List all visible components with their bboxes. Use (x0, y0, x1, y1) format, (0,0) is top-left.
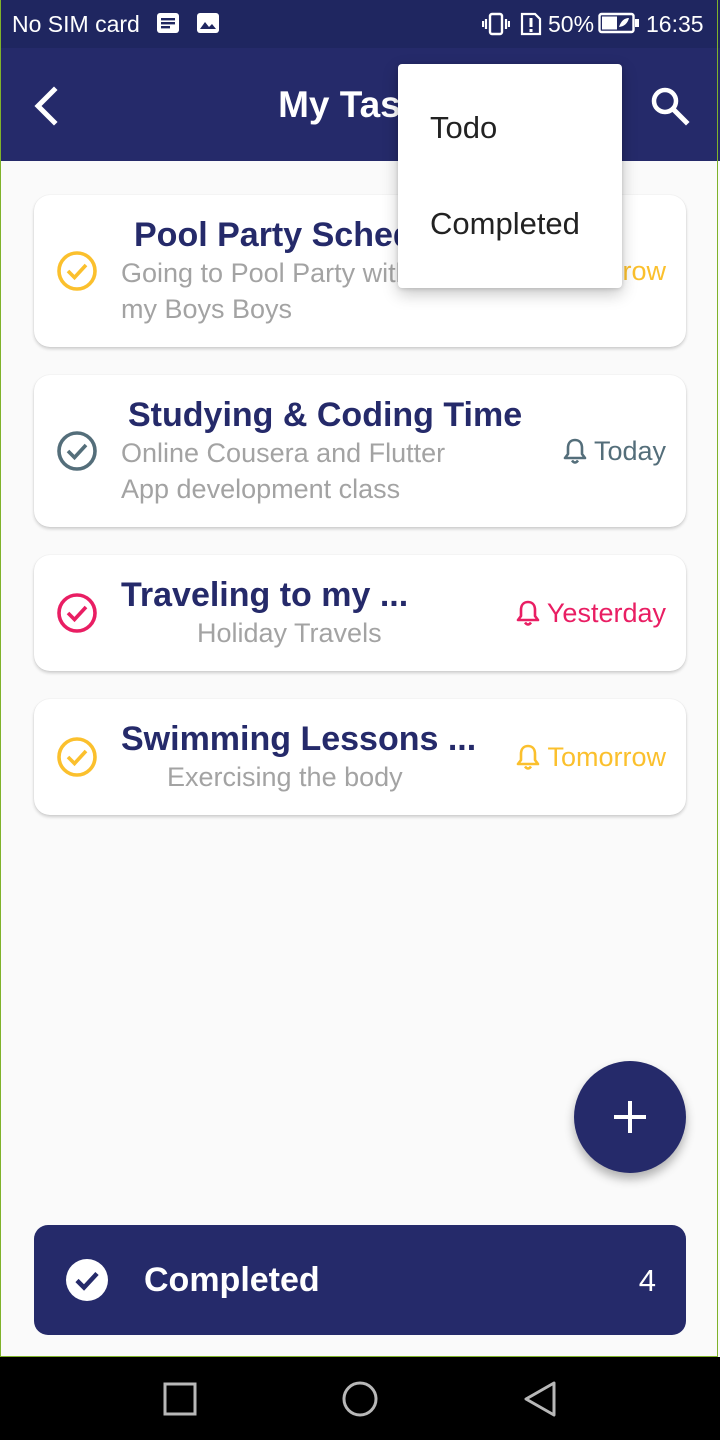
reminder-label: Tomorrow (547, 742, 666, 772)
home-circle-icon[interactable] (340, 1379, 380, 1419)
task-subtitle: Holiday Travels (197, 618, 382, 648)
filter-menu: Todo Completed (398, 64, 622, 288)
bell-icon (563, 438, 587, 464)
menu-item-todo[interactable]: Todo (430, 108, 497, 148)
task-reminder: Tomorrow (515, 740, 666, 774)
task-subtitle-line2: App development class (121, 474, 401, 504)
message-icon (157, 13, 179, 33)
menu-item-completed[interactable]: Completed (430, 204, 580, 244)
image-icon (197, 13, 219, 33)
task-title: Traveling to my ... (121, 576, 409, 614)
bell-icon (516, 600, 540, 626)
plus-icon (614, 1101, 646, 1133)
task-title: Studying & Coding Time (128, 396, 523, 434)
task-title: Swimming Lessons ... (121, 720, 477, 758)
task-card[interactable]: Traveling to my ... Holiday Travels Yest… (34, 555, 686, 671)
task-reminder: Yesterday (515, 596, 666, 630)
alert-icon (520, 12, 542, 36)
system-nav-bar (0, 1357, 720, 1440)
check-circle-icon[interactable] (56, 250, 98, 292)
task-subtitle: Going to Pool Party with (121, 258, 411, 288)
task-card[interactable]: Studying & Coding Time Online Cousera an… (34, 375, 686, 527)
completed-section[interactable]: Completed 4 (34, 1225, 686, 1335)
search-icon[interactable] (648, 84, 692, 128)
recents-square-icon[interactable] (160, 1379, 200, 1419)
task-reminder: Today (562, 434, 666, 468)
completed-count: 4 (638, 1263, 656, 1298)
carrier-text: No SIM card (12, 11, 140, 37)
status-bar: No SIM card 50% 16:35 (0, 0, 720, 48)
check-circle-icon (66, 1259, 108, 1301)
task-subtitle: Online Cousera and Flutter (121, 438, 446, 468)
task-subtitle: Exercising the body (167, 762, 403, 792)
back-triangle-icon[interactable] (520, 1379, 560, 1419)
battery-percent: 50% (548, 11, 595, 37)
check-circle-icon[interactable] (56, 736, 98, 778)
battery-icon (598, 12, 639, 34)
reminder-label: Today (593, 436, 666, 466)
clock: 16:35 (646, 11, 704, 37)
vibrate-icon (482, 12, 510, 36)
reminder-label: Yesterday (546, 598, 666, 628)
bell-icon (517, 744, 540, 770)
task-subtitle-line2: my Boys Boys (121, 294, 293, 324)
check-circle-icon[interactable] (56, 592, 98, 634)
add-task-button[interactable] (574, 1061, 686, 1173)
task-card[interactable]: Swimming Lessons ... Exercising the body… (34, 699, 686, 815)
check-circle-icon[interactable] (56, 430, 98, 472)
completed-label: Completed (144, 1261, 320, 1299)
